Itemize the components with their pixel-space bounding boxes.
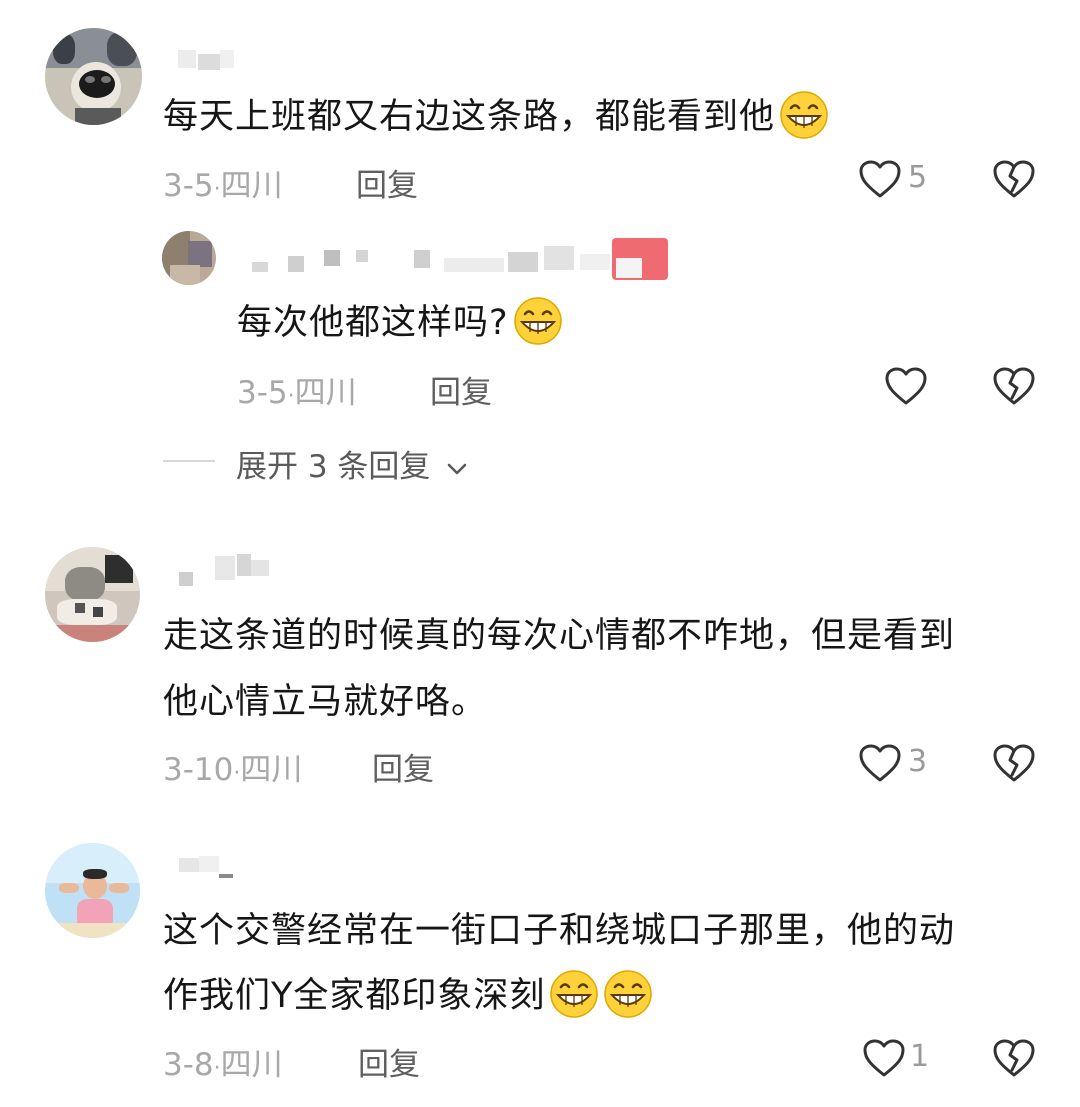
like-heart-icon[interactable] [884, 366, 928, 406]
reply-meta: 3-5·四川 [237, 375, 357, 411]
username-blurred[interactable] [175, 552, 275, 588]
username-blurred[interactable] [168, 48, 248, 74]
reply-text: 每次他都这样吗? [237, 290, 563, 356]
dislike-broken-heart-icon[interactable] [992, 366, 1036, 406]
chevron-down-icon [447, 463, 467, 474]
expand-replies-button[interactable]: 展开 3 条回复 [236, 441, 468, 486]
location: 四川 [294, 375, 357, 411]
dislike-broken-heart-icon[interactable] [992, 743, 1036, 783]
grin-emoji-icon [603, 969, 653, 1019]
comment-meta: 3-5·四川 [163, 168, 283, 204]
comment-text: 每天上班都又右边这条路，都能看到他 [163, 84, 829, 150]
grin-emoji-icon [513, 296, 563, 346]
like-heart-icon[interactable] [858, 743, 902, 783]
comment-text-line1: 走这条道的时候真的每次心情都不咋地，但是看到 [163, 616, 956, 656]
like-heart-icon[interactable] [858, 159, 902, 199]
comment-text-line2: 作我们Y全家都印象深刻 [163, 963, 653, 1029]
date: 3-5 [237, 375, 288, 411]
reply-button[interactable]: 回复 [430, 367, 492, 412]
avatar-commenter-3[interactable] [45, 843, 140, 938]
date: 3-8 [163, 1047, 214, 1083]
like-count: 5 [908, 160, 928, 195]
comment-text-line1: 这个交警经常在一街口子和绕城口子那里，他的动 [163, 911, 956, 951]
comment-meta: 3-8·四川 [163, 1047, 283, 1083]
like-heart-icon[interactable] [862, 1038, 906, 1078]
expand-divider [163, 460, 215, 462]
avatar-commenter-1[interactable] [45, 28, 142, 125]
comment-text-line2: 他心情立马就好咯。 [163, 682, 488, 722]
dislike-broken-heart-icon[interactable] [992, 159, 1036, 199]
avatar-replier[interactable] [162, 231, 216, 285]
comment-meta: 3-10·四川 [163, 752, 303, 788]
like-count: 1 [910, 1039, 930, 1074]
date: 3-10 [163, 752, 234, 788]
location: 四川 [220, 168, 283, 204]
dislike-broken-heart-icon[interactable] [992, 1038, 1036, 1078]
username-blurred[interactable] [175, 852, 245, 882]
date: 3-5 [163, 168, 214, 204]
location: 四川 [220, 1047, 283, 1083]
grin-emoji-icon [549, 969, 599, 1019]
reply-button[interactable]: 回复 [372, 744, 434, 789]
location: 四川 [240, 752, 303, 788]
avatar-commenter-2[interactable] [45, 547, 140, 642]
username-blurred[interactable] [244, 236, 674, 280]
reply-button[interactable]: 回复 [358, 1039, 420, 1084]
reply-button[interactable]: 回复 [356, 160, 418, 205]
like-count: 3 [908, 744, 928, 779]
grin-emoji-icon [779, 90, 829, 140]
